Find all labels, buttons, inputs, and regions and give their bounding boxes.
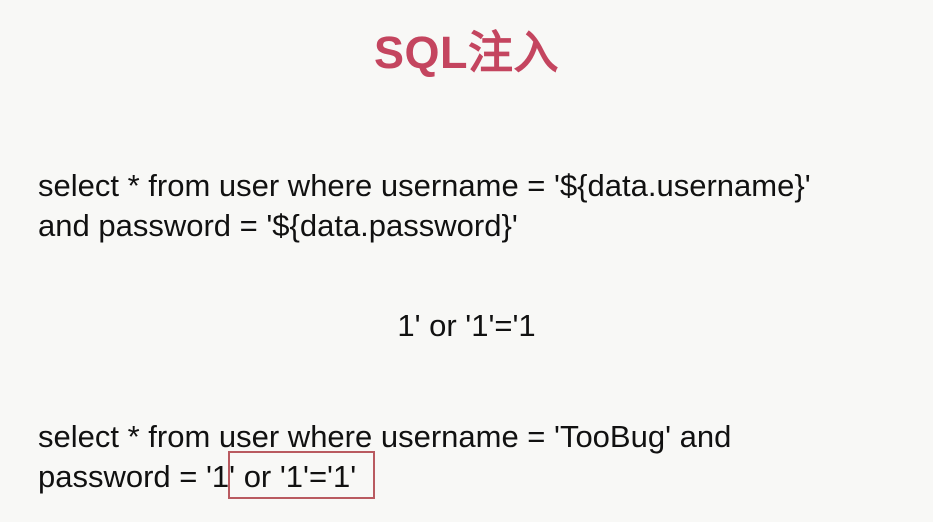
- slide-title: SQL注入: [373, 27, 559, 78]
- injection-payload: 1' or '1'='1: [397, 308, 536, 343]
- injected-query-prefix: password = ': [38, 459, 212, 494]
- slide: SQL注入 select * from user where username …: [0, 0, 933, 522]
- query-template-line-1: select * from user where username = '${d…: [38, 168, 811, 203]
- payload-highlight-box: [228, 451, 375, 499]
- injected-query-line-1: select * from user where username = 'Too…: [38, 419, 732, 454]
- query-template-line-2: and password = '${data.password}': [38, 208, 518, 243]
